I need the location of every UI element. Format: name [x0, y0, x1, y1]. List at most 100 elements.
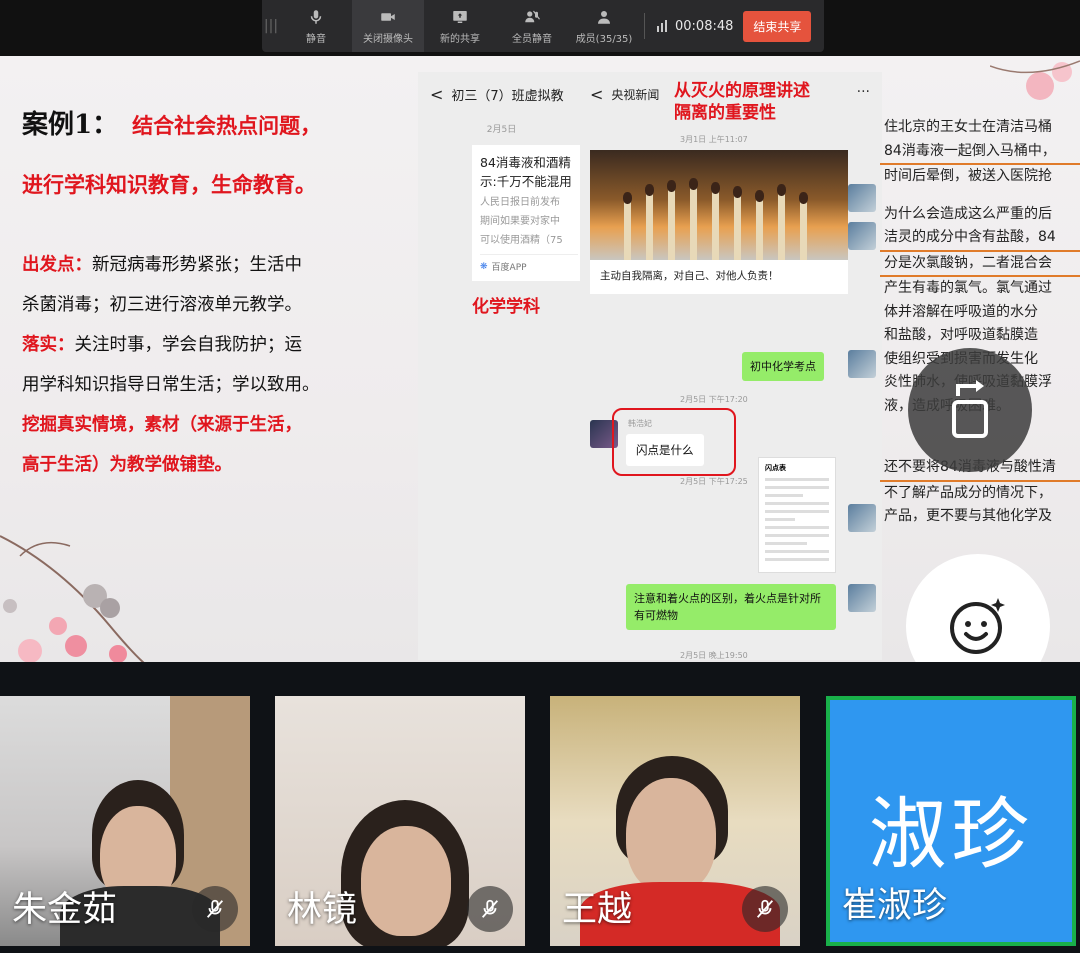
- baidu-paw-icon: ❋: [480, 261, 488, 272]
- article-line: 分是次氯酸钠，二者混合会: [880, 252, 1080, 277]
- article-line: 时间后晕倒，被送入医院抢: [884, 168, 1052, 184]
- mic-muted-icon: [742, 886, 788, 932]
- fire-heading: 从灭火的原理讲述 隔离的重要性: [674, 80, 854, 124]
- shared-slide: 案例1： 结合社会热点问题， 进行学科知识教育，生命教育。 出发点：新冠病毒形势…: [0, 56, 1080, 662]
- mute-all-button[interactable]: 全员静音: [496, 0, 568, 52]
- members-label: 成员(35/35): [575, 33, 633, 45]
- microphone-icon: [310, 9, 322, 24]
- participants-strip: 朱金茹 林镜 王越 淑珍 崔淑珍: [0, 662, 1080, 953]
- card-title-a: 84消毒液和酒精: [480, 155, 571, 170]
- case-subtitle-b: 进行学科知识教育，生命教育。: [22, 172, 316, 197]
- answer-bubble: 注意和着火点的区别，着火点是针对所有可燃物: [626, 584, 836, 630]
- avatar: [848, 350, 876, 378]
- article-line: 产生有毒的氯气。氯气通过: [884, 280, 1052, 296]
- more-options-icon: ···: [856, 84, 870, 100]
- mic-muted-icon: [192, 886, 238, 932]
- article-line: 体并溶解在呼吸道的水分: [884, 303, 1038, 320]
- article-line: 84消毒液一起倒入马桶中，: [880, 140, 1080, 165]
- starting-point-line-b: 杀菌消毒；初三进行溶液单元教学。: [22, 295, 302, 315]
- news-card: 主动自我隔离，对自己、对他人负责！: [590, 150, 848, 294]
- card-text-c: 可以使用酒精（75: [480, 235, 563, 246]
- participant-name: 崔淑珍: [842, 886, 948, 926]
- meeting-toolbar: ||| 静音 关闭摄像头 新的共享 全员静音 成员(35/35) 00:08:4…: [262, 0, 824, 52]
- members-button[interactable]: 成员(35/35): [568, 0, 640, 52]
- article-card: 84消毒液和酒精 示:千万不能混用 人民日报日前发布 期间如果要对家中 可以使用…: [472, 145, 586, 281]
- article-line: 产品，更不要与其他化学及: [884, 508, 1052, 524]
- mute-all-icon: [525, 10, 540, 22]
- end-share-button[interactable]: 结束共享: [743, 10, 812, 42]
- news-chat-title: 央视新闻: [611, 87, 660, 102]
- mute-all-label: 全员静音: [512, 33, 552, 45]
- news-time: 3月1日 上午11:07: [680, 135, 748, 144]
- participant-tile[interactable]: 林镜: [275, 696, 525, 946]
- chat-screenshot-class: < 初三（7）班虚拟教 2月5日 84消毒液和酒精 示:千万不能混用 人民日报日…: [418, 72, 586, 660]
- rotate-screen-icon: [952, 380, 988, 438]
- flower-decoration-icon: [0, 535, 145, 662]
- article-line: 不了解产品成分的情况下，: [884, 484, 1052, 501]
- document-thumbnail: 闪点表: [758, 457, 836, 573]
- participant-tile-active[interactable]: 淑珍 崔淑珍: [826, 696, 1076, 946]
- toolbar-divider: [644, 13, 645, 39]
- fire-heading-a: 从灭火的原理讲述: [674, 81, 810, 101]
- mining-line-a: 挖掘真实情境，素材（来源于生活，: [22, 415, 302, 435]
- new-share-button[interactable]: 新的共享: [424, 0, 496, 52]
- article-line: 和盐酸，对呼吸道黏膜造: [884, 327, 1038, 343]
- timer-text: 00:08:48: [675, 18, 734, 34]
- chem-point-bubble: 初中化学考点: [742, 352, 824, 381]
- case-title: 案例1：: [22, 110, 119, 140]
- card-text-a: 人民日报日前发布: [480, 197, 560, 208]
- article-line: 为什么会造成这么严重的后: [884, 205, 1052, 222]
- mic-muted-icon: [467, 886, 513, 932]
- chat-header: < 初三（7）班虚拟教: [418, 72, 585, 116]
- implementation-label: 落实：: [22, 335, 75, 355]
- toggle-camera-label: 关闭摄像头: [363, 33, 413, 45]
- chat-screenshot-news: < 央视新闻 ··· 从灭火的原理讲述 隔离的重要性 3月1日 上午11:07 …: [580, 72, 882, 660]
- new-share-label: 新的共享: [440, 33, 480, 45]
- fire-heading-b: 隔离的重要性: [674, 103, 776, 123]
- back-arrow-icon: <: [430, 84, 444, 104]
- card-source: ❋ 百度APP: [480, 254, 578, 273]
- participant-tile[interactable]: 王越: [550, 696, 800, 946]
- avatar: [848, 184, 876, 212]
- drag-handle-icon[interactable]: |||: [262, 0, 280, 52]
- chat-time: 2月5日 下午17:20: [680, 395, 748, 404]
- participant-name: 林镜: [287, 890, 358, 930]
- participant-name: 朱金茹: [12, 890, 118, 930]
- mute-label: 静音: [306, 33, 326, 45]
- participant-name: 王越: [562, 890, 633, 930]
- mining-line-b: 高于生活）为教学做铺垫。: [22, 455, 232, 475]
- avatar: [848, 222, 876, 250]
- article-line: 住北京的王女士在清洁马桶: [884, 119, 1052, 135]
- participant-avatar-text: 淑珍: [868, 790, 1033, 880]
- chemistry-label: 化学学科: [472, 297, 540, 317]
- back-arrow-icon: <: [590, 84, 604, 104]
- toggle-camera-button[interactable]: 关闭摄像头: [352, 0, 424, 52]
- chat-date: 2月5日: [486, 125, 517, 135]
- matches-image: [590, 150, 848, 260]
- participant-tile[interactable]: 朱金茹: [0, 696, 250, 946]
- case-subtitle-a: 结合社会热点问题，: [132, 113, 322, 138]
- article-line: 洁灵的成分中含有盐酸，84: [880, 226, 1080, 252]
- rotate-screen-button[interactable]: [908, 348, 1032, 472]
- implementation-line-b: 用学科知识指导日常生活；学以致用。: [22, 375, 320, 395]
- avatar: [848, 584, 876, 612]
- share-screen-icon: [453, 10, 467, 23]
- blossom-decoration-icon: [990, 60, 1080, 100]
- avatar: [848, 504, 876, 532]
- card-text-b: 期间如果要对家中: [480, 216, 560, 227]
- members-icon: [598, 10, 610, 24]
- starting-point-label: 出发点：: [22, 255, 92, 275]
- card-title-b: 示:千万不能混用: [480, 174, 572, 189]
- camera-icon: [381, 12, 395, 21]
- starting-point-text: 出发点：新冠病毒形势紧张；生活中 杀菌消毒；初三进行溶液单元教学。 落实：关注时…: [22, 245, 412, 485]
- meeting-timer: 00:08:48: [649, 19, 741, 34]
- chat-title: 初三（7）班虚拟教: [451, 88, 564, 104]
- chat-time: 2月5日 晚上19:50: [680, 651, 748, 660]
- signal-bars-icon: [657, 20, 667, 32]
- starting-point-line-a: 新冠病毒形势紧张；生活中: [92, 255, 302, 275]
- card-source-label: 百度APP: [491, 263, 527, 273]
- mute-button[interactable]: 静音: [280, 0, 352, 52]
- smiley-face-icon: [950, 598, 1005, 654]
- case-text-panel: 案例1： 结合社会热点问题， 进行学科知识教育，生命教育。 出发点：新冠病毒形势…: [22, 104, 412, 485]
- chat-time: 2月5日 下午17:25: [680, 477, 748, 486]
